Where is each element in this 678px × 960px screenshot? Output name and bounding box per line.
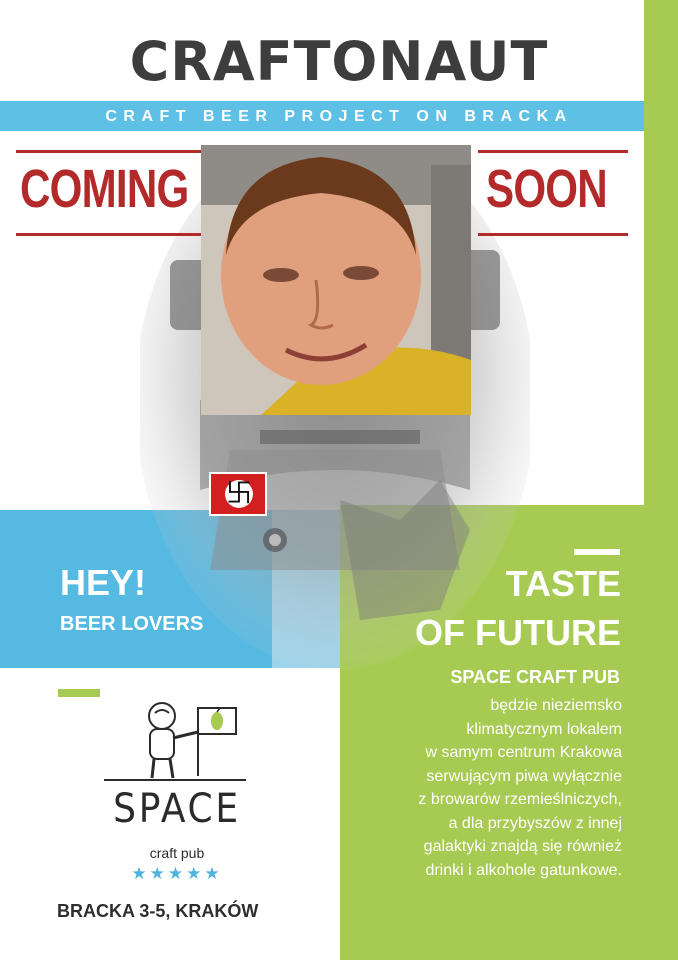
poster: CRAFTONAUT CRAFT BEER PROJECT ON BRACKA …: [0, 0, 678, 960]
address: BRACKA 3-5, KRAKÓW: [57, 901, 259, 921]
logo-divider: [104, 779, 246, 781]
description-line: galaktyki znajdą się również: [423, 838, 622, 855]
portrait-photo: [201, 145, 471, 415]
pub-description: będzie nieziemsko klimatycznym lokalem w…: [322, 694, 622, 882]
taste-line-2: OF FUTURE: [415, 612, 621, 653]
taste-dash: [574, 549, 620, 555]
description-line: a dla przybyszów z innej: [448, 814, 622, 832]
flag-glyph: 卐: [225, 479, 252, 509]
poster-subtitle: CRAFT BEER PROJECT ON BRACKA: [105, 108, 573, 125]
taste-line-1: TASTE: [505, 563, 621, 604]
hop-flag-icon: [197, 707, 237, 735]
green-dash: [58, 689, 100, 697]
astronaut-logo-icon: [140, 698, 240, 788]
soon-word: SOON: [486, 159, 608, 219]
description-line: z browarów rzemieślniczych,: [418, 791, 622, 808]
coming-word: COMING: [20, 159, 189, 219]
description-line: serwującym piwa wyłącznie: [426, 767, 622, 785]
logo-tagline: craft pub: [149, 845, 205, 861]
green-side-strip: [644, 0, 678, 960]
poster-title: CRAFTONAUT: [129, 30, 549, 93]
description-line: będzie nieziemsko: [490, 697, 622, 714]
logo-name: SPACE: [113, 786, 241, 832]
rating-stars: ★★★★★: [131, 864, 223, 884]
beer-lovers-subline: BEER LOVERS: [60, 613, 204, 635]
pub-name: SPACE CRAFT PUB: [450, 667, 620, 687]
hey-headline: HEY!: [60, 562, 147, 603]
description-line: klimatycznym lokalem: [466, 720, 622, 738]
description-line: w samym centrum Krakowa: [425, 744, 623, 761]
flag-emblem: 卐: [209, 472, 267, 516]
description-line: drinki i alkohole gatunkowe.: [425, 861, 622, 879]
